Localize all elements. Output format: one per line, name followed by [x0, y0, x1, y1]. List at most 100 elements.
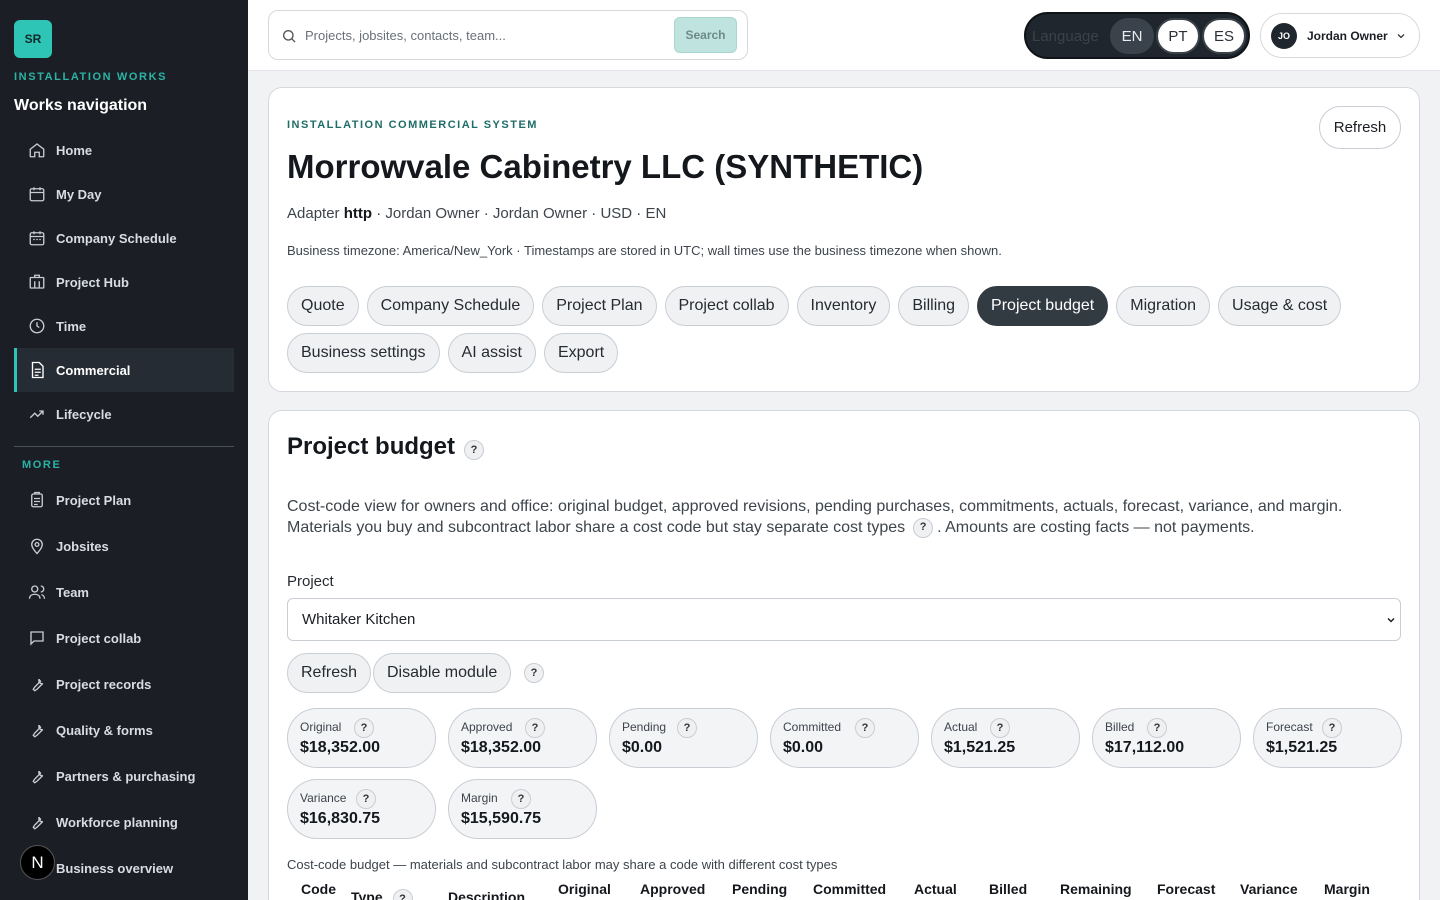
- company-title: Morrowvale Cabinetry LLC (SYNTHETIC): [287, 148, 924, 185]
- search-input[interactable]: [305, 23, 665, 47]
- column-header-actual[interactable]: Actual: [914, 881, 957, 897]
- sidebar-item-label: Project collab: [56, 630, 142, 646]
- help-icon[interactable]: ?: [913, 517, 934, 538]
- sidebar-item-partners-purchasing[interactable]: Partners & purchasing: [14, 754, 234, 798]
- tab-usage-cost[interactable]: Usage & cost: [1218, 286, 1342, 326]
- tab-business-settings[interactable]: Business settings: [287, 333, 440, 373]
- dev-tools-badge[interactable]: N: [20, 845, 55, 880]
- sidebar-item-home[interactable]: Home: [14, 128, 234, 172]
- sidebar-item-label: Project Plan: [56, 492, 132, 508]
- column-header-code[interactable]: Code: [301, 881, 336, 897]
- tab-billing[interactable]: Billing: [898, 286, 970, 326]
- help-icon[interactable]: ?: [392, 889, 413, 900]
- sidebar-divider: [14, 446, 234, 447]
- help-icon[interactable]: ?: [524, 663, 544, 683]
- tab-inventory[interactable]: Inventory: [796, 286, 891, 326]
- wrench-icon: [32, 725, 44, 738]
- column-header-pending[interactable]: Pending: [732, 881, 787, 897]
- sidebar-item-team[interactable]: Team: [14, 570, 234, 614]
- column-header-billed[interactable]: Billed: [989, 881, 1027, 897]
- help-icon[interactable]: ?: [1147, 718, 1167, 738]
- help-icon[interactable]: ?: [1322, 718, 1342, 738]
- project-budget-card: Project budget ? Cost-code view for owne…: [268, 410, 1420, 900]
- sidebar-item-label: Partners & purchasing: [56, 768, 196, 784]
- help-icon[interactable]: ?: [990, 718, 1010, 738]
- system-eyebrow: INSTALLATION COMMERCIAL SYSTEM: [287, 119, 538, 131]
- description-text-end: . Amounts are costing facts — not paymen…: [937, 519, 1255, 536]
- disable-module-button[interactable]: Disable module: [373, 653, 512, 693]
- sidebar-item-label: Project Hub: [56, 274, 129, 290]
- sidebar-item-project-records[interactable]: Project records: [14, 662, 234, 706]
- metric-committed: Committed ? $0.00: [770, 708, 919, 768]
- user-menu[interactable]: JO Jordan Owner: [1260, 13, 1420, 58]
- metric-actual: Actual ? $1,521.25: [931, 708, 1080, 768]
- column-header-type-label: Type: [351, 889, 383, 900]
- metric-label: Variance: [300, 791, 347, 805]
- sidebar-item-company-schedule[interactable]: Company Schedule: [14, 216, 234, 260]
- tab-quote[interactable]: Quote: [287, 286, 359, 326]
- app-logo[interactable]: SR: [14, 20, 52, 58]
- tab-company-schedule[interactable]: Company Schedule: [366, 286, 535, 326]
- help-icon[interactable]: ?: [464, 440, 484, 460]
- tab-project-collab[interactable]: Project collab: [664, 286, 789, 326]
- language-es-button[interactable]: ES: [1202, 18, 1246, 54]
- column-header-forecast[interactable]: Forecast: [1157, 881, 1215, 897]
- sidebar-item-time[interactable]: Time: [14, 304, 234, 348]
- metric-value: $18,352.00: [461, 739, 542, 756]
- help-icon[interactable]: ?: [855, 718, 875, 738]
- metric-label: Approved: [461, 720, 513, 734]
- sidebar-item-label: Commercial: [56, 362, 131, 378]
- tab-migration[interactable]: Migration: [1116, 286, 1211, 326]
- sidebar-item-jobsites[interactable]: Jobsites: [14, 524, 234, 568]
- language-en-button[interactable]: EN: [1110, 18, 1154, 54]
- column-header-remaining[interactable]: Remaining: [1060, 881, 1132, 897]
- language-pt-button[interactable]: PT: [1156, 18, 1200, 54]
- home-icon: [29, 143, 45, 158]
- column-header-original[interactable]: Original: [558, 881, 611, 897]
- sidebar-item-label: Time: [56, 318, 87, 334]
- sidebar-item-workforce-planning[interactable]: Workforce planning: [14, 800, 234, 844]
- search-button[interactable]: Search: [674, 17, 737, 53]
- column-header-committed[interactable]: Committed: [813, 881, 886, 897]
- sidebar-item-quality-forms[interactable]: Quality & forms: [14, 708, 234, 752]
- sidebar-item-label: Jobsites: [56, 538, 109, 554]
- sidebar-item-label: Workforce planning: [56, 814, 178, 830]
- metric-approved: Approved ? $18,352.00: [448, 708, 597, 768]
- topbar: Search Language EN PT ES JO Jordan Owner: [248, 0, 1440, 71]
- table-caption: Cost-code budget — materials and subcont…: [287, 857, 838, 872]
- metric-label: Pending: [622, 720, 667, 734]
- metric-label: Forecast: [1266, 720, 1313, 734]
- user-name: Jordan Owner: [1307, 28, 1388, 43]
- metric-value: $1,521.25: [944, 739, 1016, 756]
- tab-export[interactable]: Export: [543, 333, 619, 373]
- metric-label: Margin: [461, 791, 498, 805]
- sidebar-item-my-day[interactable]: My Day: [14, 172, 234, 216]
- column-header-description[interactable]: Description: [448, 889, 525, 900]
- column-header-type[interactable]: Type ?: [351, 889, 413, 900]
- tab-ai-assist[interactable]: AI assist: [447, 333, 536, 373]
- project-select[interactable]: Whitaker Kitchen: [287, 598, 1401, 641]
- help-icon[interactable]: ?: [356, 789, 376, 809]
- column-header-approved[interactable]: Approved: [640, 881, 705, 897]
- help-icon[interactable]: ?: [525, 718, 545, 738]
- tab-project-budget[interactable]: Project budget: [977, 286, 1109, 326]
- sidebar-item-commercial[interactable]: Commercial: [14, 348, 234, 392]
- metric-label: Actual: [944, 720, 978, 734]
- column-header-variance[interactable]: Variance: [1240, 881, 1298, 897]
- column-header-margin[interactable]: Margin: [1324, 881, 1370, 897]
- sidebar-item-project-plan[interactable]: Project Plan: [14, 478, 234, 522]
- section-description: Cost-code view for owners and office: or…: [287, 496, 1407, 538]
- wrench-icon: [32, 771, 44, 784]
- help-icon[interactable]: ?: [677, 718, 697, 738]
- refresh-button[interactable]: Refresh: [1319, 106, 1401, 149]
- company-meta: Adapter http · Jordan Owner · Jordan Own…: [287, 205, 666, 222]
- metric-margin: Margin ? $15,590.75: [448, 779, 597, 839]
- adapter-label: Adapter: [287, 205, 340, 222]
- budget-refresh-button[interactable]: Refresh: [287, 653, 372, 693]
- sidebar-item-lifecycle[interactable]: Lifecycle: [14, 392, 234, 436]
- sidebar-item-project-hub[interactable]: Project Hub: [14, 260, 234, 304]
- sidebar-item-project-collab[interactable]: Project collab: [14, 616, 234, 660]
- tab-project-plan[interactable]: Project Plan: [542, 286, 657, 326]
- help-icon[interactable]: ?: [354, 718, 374, 738]
- help-icon[interactable]: ?: [511, 789, 531, 809]
